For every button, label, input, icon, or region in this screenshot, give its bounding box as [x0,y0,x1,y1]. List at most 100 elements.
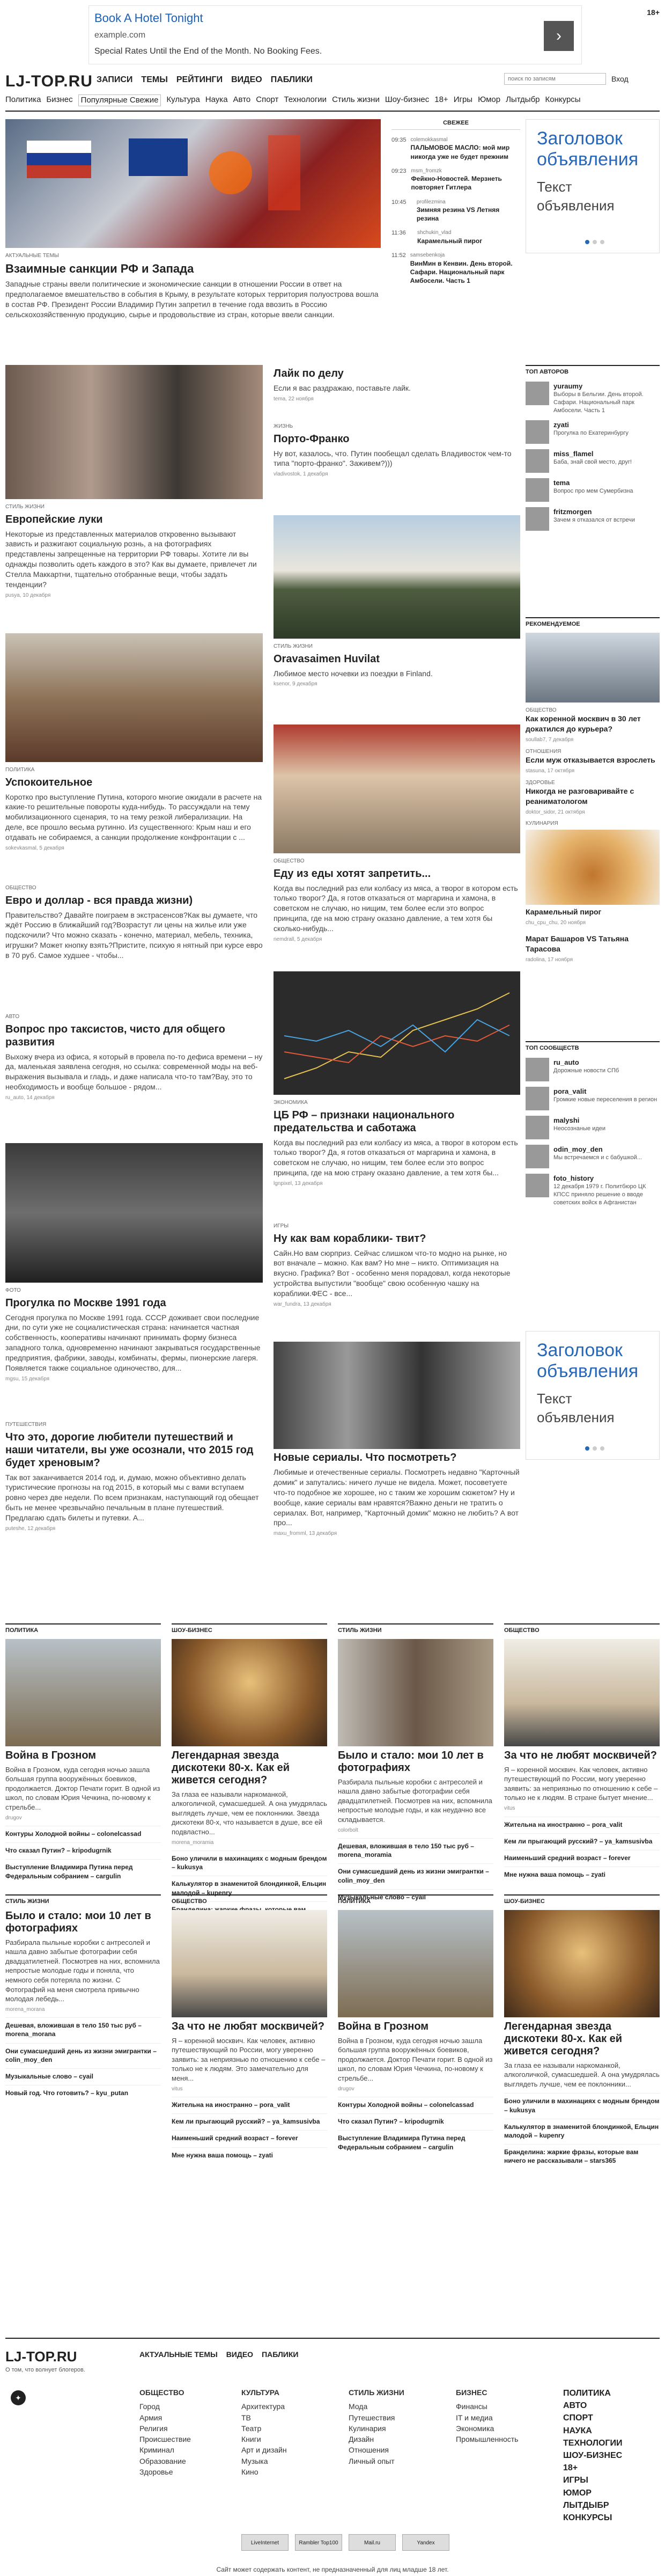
post-card[interactable]: ЖИЗНЬ Порто-Франко Ну вот, казалось, что… [274,419,520,478]
topic-culture[interactable]: Культура [166,94,200,106]
topic-contests[interactable]: Конкурсы [545,94,581,106]
post-card[interactable]: СТИЛЬ ЖИЗНИ Европейские луки Некоторые и… [5,365,263,599]
community-item[interactable]: pora_valit Громкие новые переселения в ре… [526,1086,660,1110]
post-card[interactable]: Лайк по делу Если я вас раздражаю, поста… [274,365,520,402]
category-image[interactable] [172,1638,327,1746]
author-item[interactable]: yuraumy Выборы в Бельгии. День второй. Са… [526,381,660,415]
topic-humor[interactable]: Юмор [478,94,500,106]
post-meta[interactable]: sokevkasmal, 5 декабря [5,845,263,852]
post-image[interactable] [274,971,520,1095]
topic-tech[interactable]: Технологии [284,94,327,106]
post-card[interactable]: ЭКОНОМИКА ЦБ РФ – признаки национального… [274,971,520,1188]
live-item[interactable]: 10:45 profilezmina Зимняя резина VS Летняя… [391,199,520,223]
footer-nav-video[interactable]: ВИДЕО [226,2350,253,2360]
topic-politics[interactable]: Политика [5,94,41,106]
post-title[interactable]: Европейские луки [5,513,263,526]
post-image[interactable] [5,365,263,499]
topic-lytdybr[interactable]: Лытдыбр [506,94,540,106]
twitter-icon[interactable]: ✦ [11,2390,26,2405]
post-title[interactable]: Евро и доллар - вся правда жизни) [5,894,263,907]
post-meta[interactable]: ksenor, 9 декабря [274,680,520,688]
category-image[interactable] [5,1638,161,1746]
category-image[interactable] [504,1909,660,2017]
live-item[interactable]: 11:36 shchukin_vlad Карамельный пирог [391,229,520,245]
community-item[interactable]: malyshi Неосознаные идеи [526,1115,660,1139]
category-heading[interactable]: ОБЩЕСТВО [172,1894,327,1906]
ad-title[interactable]: Book A Hotel Tonight [94,10,203,26]
post-card[interactable]: СТИЛЬ ЖИЗНИ Oravasaimen Huvilat Любимое … [274,515,520,688]
category-image[interactable] [338,1909,493,2017]
post-card[interactable]: АВТО Вопрос про таксистов, чисто для общ… [5,1009,263,1102]
category-image[interactable] [504,1638,660,1746]
post-card[interactable]: ПОЛИТИКА Успокоительное Коротко про выст… [5,633,263,852]
nav-posts[interactable]: ЗАПИСИ [97,74,132,86]
community-item[interactable]: ru_auto Дорожные новости СПб [526,1057,660,1081]
right-ad-1[interactable]: Заголовок объявления Текст объявления [526,119,660,253]
featured-image[interactable] [5,119,381,248]
rec-image[interactable] [526,829,660,905]
post-title[interactable]: Порто-Франко [274,433,520,445]
counter-badge[interactable]: LiveInternet [241,2534,289,2551]
counter-badge[interactable]: Mail.ru [349,2534,396,2551]
category-image[interactable] [338,1638,493,1746]
topic-lifestyle[interactable]: Стиль жизни [332,94,380,106]
avatar[interactable] [526,381,549,405]
site-logo[interactable]: LJ-TOP.RU [5,71,93,93]
live-item[interactable]: 09:23 msm_fromzk Фейкно-Новостей. Мерзнеть… [391,167,520,192]
nav-ratings[interactable]: РЕЙТИНГИ [176,74,223,86]
nav-video[interactable]: ВИДЕО [231,74,262,86]
post-meta[interactable]: tema, 22 ноября [274,396,520,403]
counter-badge[interactable]: Yandex [402,2534,449,2551]
post-meta[interactable]: maxu_fromml, 13 декабря [274,1530,520,1538]
featured-title[interactable]: Взаимные санкции РФ и Запада [5,262,381,276]
ad-arrow-button[interactable]: › [544,21,574,51]
live-item[interactable]: 09:35 colemokkasmal ПАЛЬМОВОЕ МАСЛО: мой м… [391,136,520,161]
category-image[interactable] [172,1909,327,2017]
topic-games[interactable]: Игры [454,94,472,106]
post-card[interactable]: ОБЩЕСТВО Еду из еды хотят запретить... К… [274,724,520,943]
category-heading[interactable]: СТИЛЬ ЖИЗНИ [5,1894,161,1906]
post-title[interactable]: ЦБ РФ – признаки национального предатель… [274,1109,520,1135]
topic-science[interactable]: Наука [205,94,228,106]
post-title[interactable]: Oravasaimen Huvilat [274,653,520,665]
post-title[interactable]: Прогулка по Москве 1991 года [5,1297,263,1309]
topic-business[interactable]: Бизнес [46,94,72,106]
post-title[interactable]: Вопрос про таксистов, чисто для общего р… [5,1023,263,1049]
avatar[interactable] [526,1144,549,1168]
author-item[interactable]: fritzmorgen Зачем я отказался от встречи [526,507,660,531]
category-heading[interactable]: ОБЩЕСТВО [504,1623,660,1635]
post-image[interactable] [274,724,520,853]
avatar[interactable] [526,1173,549,1197]
top-ad-banner[interactable]: Book A Hotel Tonight example.com Special… [88,5,582,64]
topic-18plus[interactable]: 18+ [434,94,448,106]
featured-story[interactable]: АКТУАЛЬНЫЕ ТЕМЫ Взаимные санкции РФ и За… [5,119,381,319]
category-heading[interactable]: ШОУ-БИЗНЕС [172,1623,327,1635]
author-item[interactable]: tema Вопрос про мем Сумербизна [526,478,660,502]
right-ad-2[interactable]: Заголовок объявления Текст объявления [526,1331,660,1460]
topic-auto[interactable]: Авто [233,94,251,106]
post-meta[interactable]: puteshe, 12 декабря [5,1525,263,1533]
footer-logo[interactable]: LJ-TOP.RU [5,2347,660,2366]
post-meta[interactable]: vladivostok, 1 декабря [274,471,520,478]
post-title[interactable]: Новые сериалы. Что посмотреть? [274,1451,520,1464]
post-card[interactable]: Новые сериалы. Что посмотреть? Любимые и… [274,1342,520,1538]
post-meta[interactable]: pusya, 10 декабря [5,592,263,599]
category-heading[interactable]: ПОЛИТИКА [338,1894,493,1906]
post-image[interactable] [274,1342,520,1449]
counter-badge[interactable]: Rambler Top100 [295,2534,342,2551]
post-title[interactable]: Что это, дорогие любители путешествий и … [5,1431,263,1469]
avatar[interactable] [526,1057,549,1081]
post-meta[interactable]: war_fundra, 13 декабря [274,1301,520,1308]
avatar[interactable] [526,478,549,502]
post-title[interactable]: Еду из еды хотят запретить... [274,867,520,880]
nav-themes[interactable]: ТЕМЫ [141,74,167,86]
footer-nav-publics[interactable]: ПАБЛИКИ [262,2350,298,2360]
topic-sport[interactable]: Спорт [256,94,278,106]
category-heading[interactable]: СТИЛЬ ЖИЗНИ [338,1623,493,1635]
community-item[interactable]: odin_moy_den Мы встречаемся и с бабушкой.… [526,1144,660,1168]
post-card[interactable]: ИГРЫ Ну как вам кораблики- твит? Сайн.Но… [274,1218,520,1308]
rec-image[interactable] [526,632,660,702]
footer-nav-topics[interactable]: АКТУАЛЬНЫЕ ТЕМЫ [139,2350,218,2360]
author-item[interactable]: zyati Прогулка по Екатеринбургу [526,420,660,444]
post-title[interactable]: Лайк по делу [274,367,520,380]
